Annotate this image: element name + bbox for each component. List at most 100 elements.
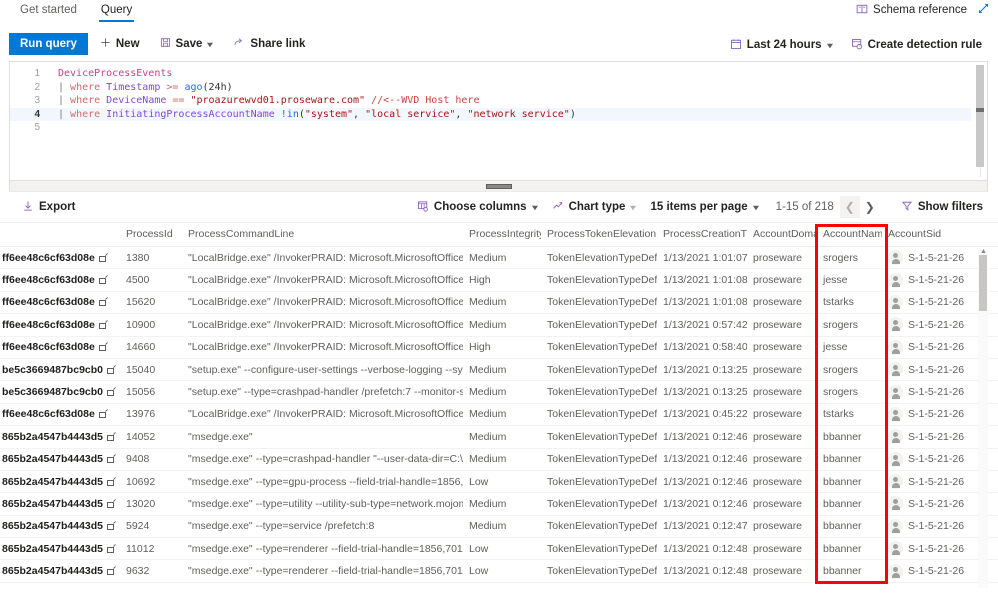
copy-icon[interactable] — [98, 409, 108, 419]
code-line[interactable]: 2 | where Timestamp >= ago(24h) — [10, 81, 971, 95]
table-row[interactable]: be5c3669487bc9cb0 15040 "setup.exe" --conf… — [0, 358, 998, 382]
expand-panel-button[interactable] — [977, 2, 990, 18]
copy-icon[interactable] — [107, 521, 116, 531]
column-header-an[interactable]: AccountName — [817, 223, 882, 247]
line-number: 2 — [34, 81, 40, 93]
splitter-grip-handle[interactable] — [485, 184, 512, 189]
copy-icon[interactable] — [107, 387, 116, 397]
cell-pid: 13020 — [120, 492, 182, 516]
tab-get-started[interactable]: Get started — [8, 0, 89, 23]
cell-report-id: 865b2a4547b4443d5 — [0, 559, 120, 583]
create-detection-rule-button[interactable]: Create detection rule — [843, 33, 990, 57]
report-id-text: ff6ee48c6cf63d08e — [2, 408, 95, 421]
table-row[interactable]: ff6ee48c6cf63d08e 15620 "LocalBridge.exe" … — [0, 291, 998, 315]
column-header-pid[interactable]: ProcessId — [120, 223, 182, 247]
copy-icon[interactable] — [107, 364, 116, 374]
table-row[interactable]: 865b2a4547b4443d5 5924 "msedge.exe" --type… — [0, 515, 998, 539]
table-row[interactable]: ff6ee48c6cf63d08e 10900 "LocalBridge.exe" … — [0, 313, 998, 337]
copy-icon[interactable] — [98, 342, 108, 352]
copy-icon[interactable] — [107, 454, 116, 464]
results-toolbar-right: Choose columns ▾ Chart type ▾ 15 items p… — [410, 192, 990, 222]
next-page-button[interactable]: ❯ — [860, 196, 880, 218]
editor-scroll-thumb[interactable] — [976, 65, 984, 167]
table-row[interactable]: ff6ee48c6cf63d08e 13976 "LocalBridge.exe" … — [0, 403, 998, 427]
items-per-page-selector[interactable]: 15 items per page ▾ — [643, 201, 765, 213]
tab-query[interactable]: Query — [89, 0, 144, 23]
share-link-button[interactable]: Share link — [225, 32, 313, 56]
kql-code-area[interactable]: 1 DeviceProcessEvents 2 | where Timestamp >… — [10, 67, 971, 135]
table-row[interactable]: ff6ee48c6cf63d08e 14660 "LocalBridge.exe" … — [0, 336, 998, 359]
chart-type-button[interactable]: Chart type ▾ — [545, 200, 644, 215]
chevron-right-icon: ❯ — [864, 200, 875, 214]
report-id-wrapper: ff6ee48c6cf63d08e — [2, 252, 114, 264]
cell-cmd: "setup.exe" --type=crashpad-handler /pre… — [182, 380, 463, 404]
table-row[interactable]: ff6ee48c6cf63d08e 1380 "LocalBridge.exe" /… — [0, 246, 998, 270]
avatar — [888, 406, 903, 422]
code-line[interactable]: 5 — [10, 121, 971, 135]
cell-pte: TokenElevationTypeDefault — [541, 358, 657, 382]
copy-icon[interactable] — [98, 297, 108, 307]
account-sid-text: S-1-5-21-26 — [908, 251, 965, 264]
avatar — [888, 250, 903, 266]
grid-scroll-thumb[interactable] — [979, 255, 987, 311]
cell-pil: Low — [463, 470, 541, 494]
column-header-pte[interactable]: ProcessTokenElevation — [541, 223, 657, 247]
table-row[interactable]: 865b2a4547b4443d5 9408 "msedge.exe" --type… — [0, 448, 998, 471]
new-query-button[interactable]: New — [92, 32, 148, 56]
share-link-label: Share link — [250, 38, 306, 50]
time-range-picker[interactable]: Last 24 hours ▾ — [722, 33, 841, 57]
cell-pil: Medium — [463, 448, 541, 471]
run-query-button[interactable]: Run query — [9, 33, 88, 55]
chevron-down-icon[interactable]: ▾ — [208, 40, 213, 49]
column-header-pil[interactable]: ProcessIntegrityLevel — [463, 223, 541, 247]
copy-icon[interactable] — [98, 275, 108, 285]
column-header-rid[interactable] — [0, 223, 120, 247]
cell-pte: TokenElevationTypeDefault — [541, 336, 657, 359]
export-button[interactable]: Export — [15, 200, 82, 215]
show-filters-button[interactable]: Show filters — [894, 200, 990, 215]
table-row[interactable]: 865b2a4547b4443d5 14052 "msedge.exe" Medium… — [0, 425, 998, 449]
table-row[interactable]: 865b2a4547b4443d5 11012 "msedge.exe" --typ… — [0, 537, 998, 561]
table-row[interactable]: 865b2a4547b4443d5 9632 "msedge.exe" --type… — [0, 559, 998, 583]
copy-icon[interactable] — [107, 543, 116, 553]
schema-reference-button[interactable]: Schema reference — [856, 3, 967, 18]
cell-pil: Medium — [463, 380, 541, 404]
chevron-down-icon[interactable]: ▾ — [631, 203, 636, 212]
save-disk-icon — [160, 37, 171, 51]
copy-icon[interactable] — [98, 319, 108, 329]
copy-icon[interactable] — [107, 476, 116, 486]
copy-icon[interactable] — [107, 566, 116, 576]
chevron-down-icon[interactable]: ▾ — [753, 203, 758, 212]
column-header-cmd[interactable]: ProcessCommandLine — [182, 223, 463, 247]
code-line[interactable]: 4 | where InitiatingProcessAccountName !i… — [10, 107, 971, 121]
table-row[interactable]: 865b2a4547b4443d5 13020 "msedge.exe" --typ… — [0, 492, 998, 516]
column-header-ad[interactable]: AccountDomain — [747, 223, 817, 247]
copy-icon[interactable] — [107, 431, 116, 441]
copy-icon[interactable] — [98, 252, 108, 262]
report-id-text: be5c3669487bc9cb0 — [2, 363, 103, 376]
grid-vertical-scrollbar[interactable]: ▲ — [978, 248, 988, 588]
column-header-as[interactable]: AccountSid — [882, 223, 998, 247]
cell-pte: TokenElevationTypeDefault — [541, 515, 657, 539]
code-line[interactable]: 1 DeviceProcessEvents — [10, 67, 971, 81]
report-id-wrapper: 865b2a4547b4443d5 — [2, 453, 116, 465]
table-row[interactable]: be5c3669487bc9cb0 15056 "setup.exe" --type… — [0, 380, 998, 404]
choose-columns-button[interactable]: Choose columns ▾ — [410, 200, 545, 215]
table-row[interactable]: 865b2a4547b4443d5 10692 "msedge.exe" --typ… — [0, 470, 998, 494]
column-header-pct[interactable]: ProcessCreationTime — [657, 223, 747, 247]
previous-page-button[interactable]: ❮ — [839, 196, 860, 218]
editor-vertical-scrollbar[interactable] — [974, 63, 986, 179]
chevron-down-icon[interactable]: ▾ — [827, 41, 832, 50]
table-row[interactable]: ff6ee48c6cf63d08e 4500 "LocalBridge.exe" /… — [0, 268, 998, 292]
report-id-wrapper: 865b2a4547b4443d5 — [2, 498, 116, 510]
chevron-down-icon[interactable]: ▾ — [532, 203, 537, 212]
query-results-grid[interactable]: ProcessId ProcessCommandLine ProcessIntegr… — [0, 223, 998, 588]
editor-results-splitter[interactable] — [9, 181, 988, 192]
save-query-button[interactable]: Save ▾ — [152, 32, 222, 56]
code-line[interactable]: 3 | where DeviceName == "proazurewvd01.pr… — [10, 94, 971, 108]
cell-ad: proseware — [747, 559, 817, 583]
copy-icon[interactable] — [107, 499, 116, 508]
cell-an: bbanner — [817, 425, 882, 449]
header-row: ProcessId ProcessCommandLine ProcessIntegr… — [0, 223, 998, 247]
kql-query-editor[interactable]: 1 DeviceProcessEvents 2 | where Timestamp >… — [9, 61, 988, 181]
